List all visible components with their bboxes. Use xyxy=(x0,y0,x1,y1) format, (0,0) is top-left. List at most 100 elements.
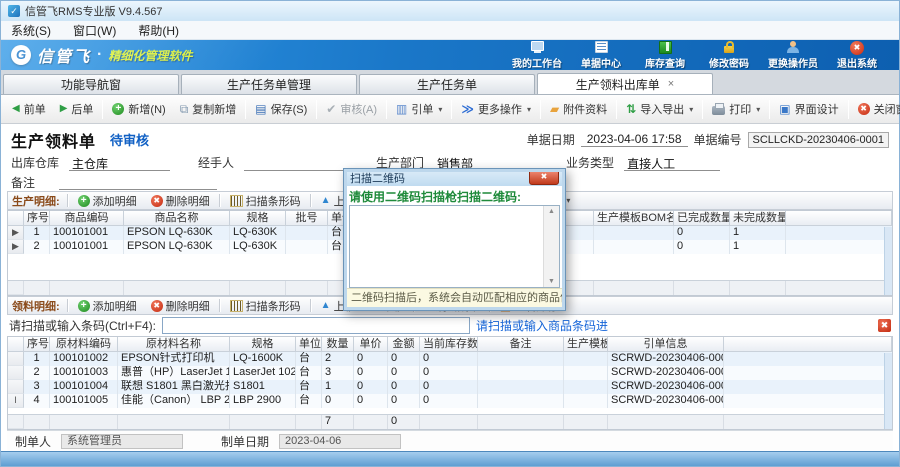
menu-help[interactable]: 帮助(H) xyxy=(138,22,179,39)
product-barcode-button[interactable]: 扫描条形码 xyxy=(224,193,307,209)
menu-system[interactable]: 系统(S) xyxy=(11,22,51,39)
tab-label: 功能导航窗 xyxy=(61,76,121,93)
toolbar-separator xyxy=(540,100,541,119)
toolbar-arrow-left-button[interactable]: ◀前单 xyxy=(5,97,53,121)
dialog-scrollbar[interactable]: ▲ ▼ xyxy=(543,206,559,287)
table-cell: 台 xyxy=(296,352,322,366)
toolbar-separator xyxy=(702,100,703,119)
menu-window[interactable]: 窗口(W) xyxy=(73,22,116,39)
chevron-down-icon: ▾ xyxy=(527,105,531,114)
toolbar-import-export-button[interactable]: ⇅导入导出▾ xyxy=(619,97,700,121)
total-cell xyxy=(50,415,118,429)
banner-user-button[interactable]: 更换操作员 xyxy=(761,41,825,70)
banner-book-button[interactable]: 库存查询 xyxy=(633,41,697,70)
chevrons-icon: ≫ xyxy=(461,103,474,115)
row-marker: ▶ xyxy=(8,240,24,254)
total-cell xyxy=(50,281,124,295)
scan-qrcode-dialog: 扫描二维码 ✖ 请使用二维码扫描枪扫描二维码: ▲ ▼ 二维码扫描后，系统会自动… xyxy=(343,168,566,311)
scroll-down-icon[interactable]: ▼ xyxy=(548,278,555,285)
table-cell: S1801 xyxy=(230,380,296,394)
table-cell xyxy=(564,352,608,366)
table-cell: 100101002 xyxy=(50,352,118,366)
total-cell xyxy=(354,415,388,429)
table-cell: 100101005 xyxy=(50,394,118,408)
table-cell: 0 xyxy=(420,366,478,380)
product-column-header: 序号 xyxy=(24,211,50,226)
product-delete-button[interactable]: ✖删除明细 xyxy=(145,193,216,209)
doc-date-label: 单据日期 xyxy=(527,131,575,148)
warehouse-field[interactable]: 主仓库 xyxy=(69,155,170,171)
total-cell xyxy=(296,415,322,429)
table-cell: SCRWD-20230406-0001 xyxy=(608,394,724,408)
material-scrollbar[interactable] xyxy=(884,353,892,429)
table-cell: 0 xyxy=(420,380,478,394)
toolbar-separator xyxy=(386,100,387,119)
table-cell xyxy=(564,394,608,408)
chevron-down-icon: ▾ xyxy=(756,105,760,114)
scroll-up-icon[interactable]: ▲ xyxy=(548,208,555,215)
toolbar-layout-button[interactable]: ▣界面设计 xyxy=(772,97,845,121)
row-marker-header xyxy=(8,211,24,226)
total-cell xyxy=(730,281,786,295)
clear-barcode-icon[interactable]: ✖ xyxy=(878,319,891,332)
table-row[interactable]: 2100101003惠普（HP）LaserJet 1020LaserJet 10… xyxy=(8,366,892,380)
banner-action-label: 退出系统 xyxy=(837,55,877,70)
table-row[interactable]: 1100101002EPSON针式打印机LQ-1600K台2000SCRWD-2… xyxy=(8,352,892,366)
toolbar-arrow-right-button[interactable]: ▶后单 xyxy=(53,97,101,121)
toolbar-separator xyxy=(316,100,317,119)
product-plus-button[interactable]: +添加明细 xyxy=(72,193,143,209)
table-cell: 2 xyxy=(24,240,50,254)
banner-exit-button[interactable]: ✖退出系统 xyxy=(825,41,889,70)
create-date-label: 制单日期 xyxy=(221,433,269,450)
section-separator xyxy=(219,194,221,207)
total-cell xyxy=(230,281,286,295)
material-section-label: 领料明细: xyxy=(12,298,60,314)
product-scrollbar[interactable] xyxy=(884,227,892,295)
table-row[interactable]: I4100101005佳能（Canon） LBP 2900+ 黑白激LBP 29… xyxy=(8,394,892,408)
biztype-field[interactable]: 直接人工 xyxy=(624,155,720,171)
dialog-close-icon[interactable]: ✖ xyxy=(529,170,559,185)
material-delete-button[interactable]: ✖删除明细 xyxy=(145,298,216,314)
toolbar-chevrons-button[interactable]: ≫更多操作▾ xyxy=(454,97,538,121)
table-cell: 台 xyxy=(296,394,322,408)
toolbar-plus-button[interactable]: +新增(N) xyxy=(105,97,172,121)
tab-1[interactable]: 功能导航窗 xyxy=(3,74,179,94)
toolbar-copy-button[interactable]: ⧉复制新增 xyxy=(173,97,244,121)
total-cell xyxy=(118,415,230,429)
qrcode-input[interactable] xyxy=(350,206,543,287)
tab-4[interactable]: 生产领料出库单× xyxy=(537,73,713,94)
toolbar-folder-button[interactable]: ▰附件资料 xyxy=(543,97,614,121)
toolbar-doc-button[interactable]: ▥引单▾ xyxy=(389,97,449,121)
material-plus-button[interactable]: +添加明细 xyxy=(72,298,143,314)
toolbar-save-button[interactable]: ▤保存(S) xyxy=(248,97,314,121)
toolbar-close-button[interactable]: ✖关闭窗口 xyxy=(851,97,900,121)
row-marker-header xyxy=(8,337,24,352)
tab-close-icon[interactable]: × xyxy=(668,79,674,90)
doc-date-field[interactable]: 2023-04-06 17:58 xyxy=(581,132,688,147)
banner-action-label: 更换操作员 xyxy=(768,55,818,70)
tab-2[interactable]: 生产任务单管理 xyxy=(181,74,357,94)
material-barcode-button[interactable]: 扫描条形码 xyxy=(224,298,307,314)
handler-field[interactable] xyxy=(244,155,346,171)
barcode-input[interactable] xyxy=(162,317,470,334)
tab-3[interactable]: 生产任务单 xyxy=(359,74,535,94)
toolbar-printer-button[interactable]: 打印▾ xyxy=(705,97,767,121)
total-cell xyxy=(478,415,564,429)
table-cell: 0 xyxy=(420,352,478,366)
remark-field[interactable] xyxy=(59,174,217,190)
banner-list-button[interactable]: 单据中心 xyxy=(569,41,633,70)
toolbar-button-label: 前单 xyxy=(24,101,46,117)
toolbar-separator xyxy=(848,100,849,119)
total-cell xyxy=(420,415,478,429)
material-column-header: 原材料名称 xyxy=(118,337,230,352)
import-export-icon: ⇅ xyxy=(626,103,636,115)
table-row[interactable]: 3100101004联想 S1801 黑白激光打印机S1801台1000SCRW… xyxy=(8,380,892,394)
banner-monitor-button[interactable]: 我的工作台 xyxy=(505,41,569,70)
total-cell xyxy=(24,415,50,429)
material-column-header: 当前库存数量 xyxy=(420,337,478,352)
material-column-header: 引单信息 xyxy=(608,337,724,352)
total-cell xyxy=(594,281,674,295)
status-badge: 待审核 xyxy=(110,130,149,149)
banner-lock-button[interactable]: 修改密码 xyxy=(697,41,761,70)
row-filler xyxy=(724,352,892,366)
